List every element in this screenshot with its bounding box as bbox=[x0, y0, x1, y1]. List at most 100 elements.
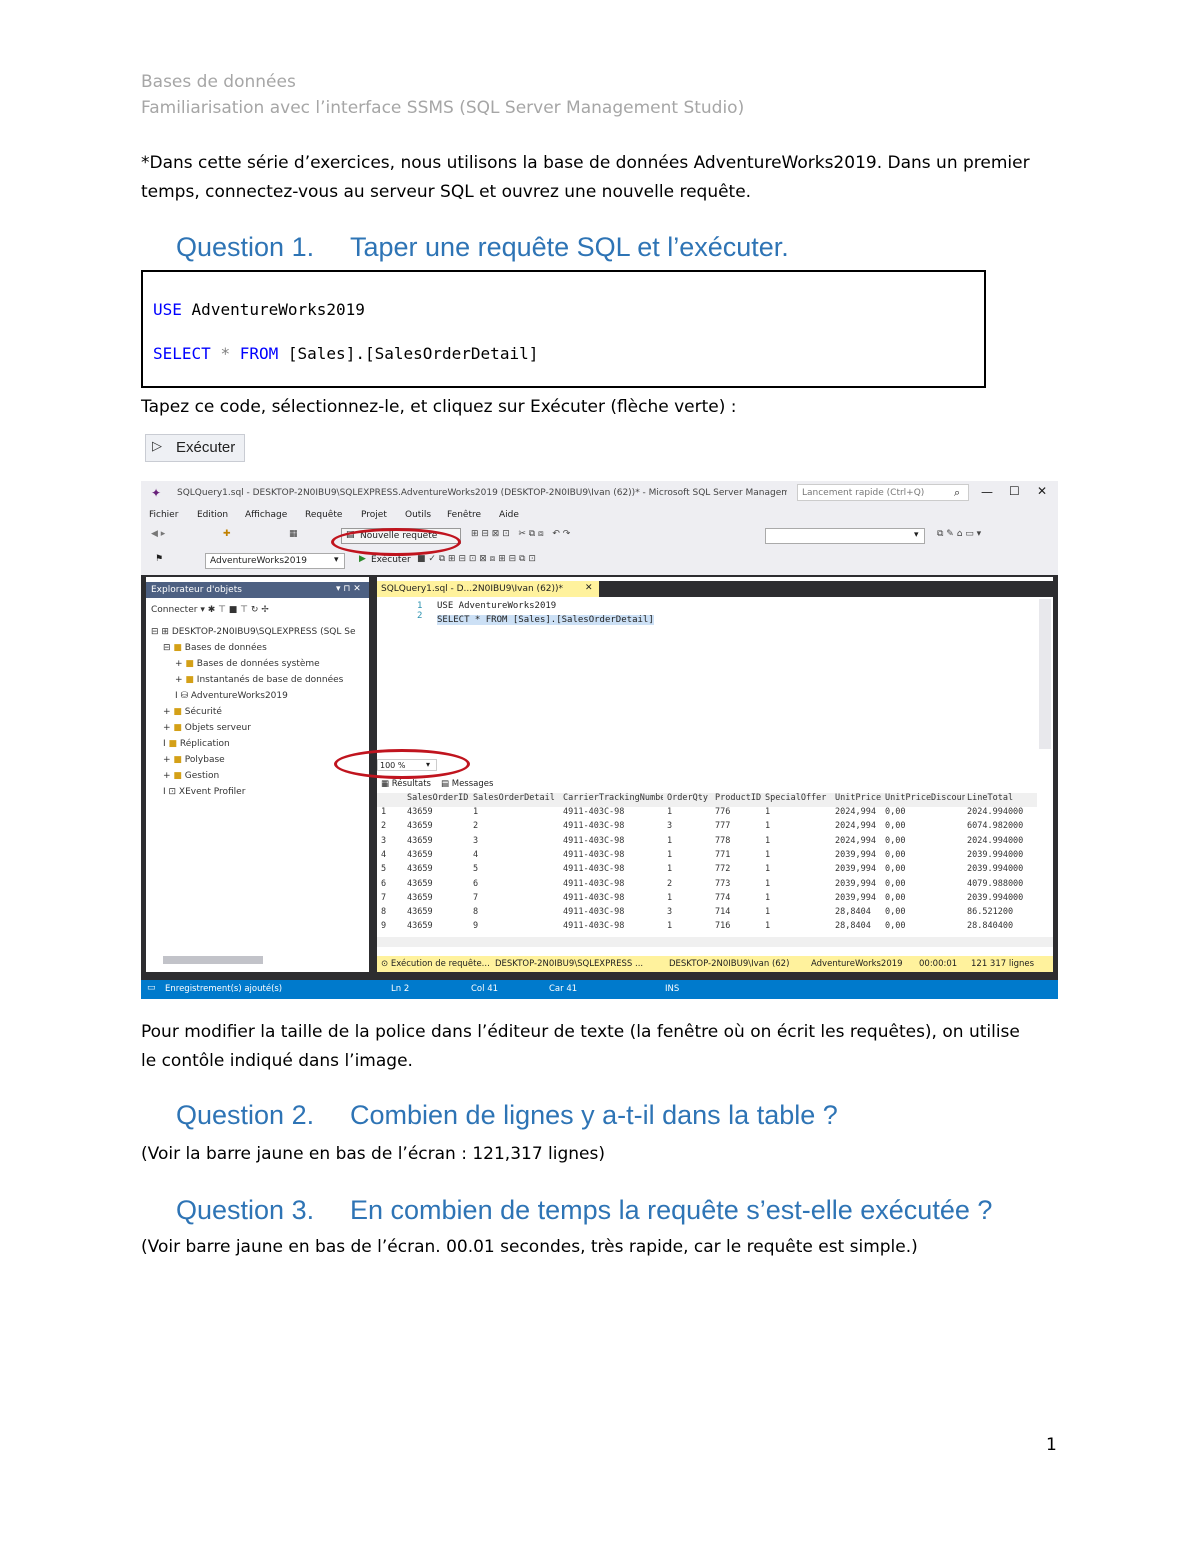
tree-item-databases[interactable]: ⊟ ■ Bases de données bbox=[163, 643, 267, 653]
table-row[interactable]: 7 43659 7 4911-403C-98 1 774 1 2039,994 0,00 2039… bbox=[377, 893, 1037, 907]
toolbar-icons-right[interactable]: ⧉ ✎ ⌂ ▭ ▾ bbox=[937, 529, 981, 539]
table-cell[interactable]: 6074.982000 bbox=[967, 821, 1023, 831]
filter-icon[interactable]: ⚑ bbox=[155, 554, 163, 564]
table-cell[interactable]: 0,00 bbox=[885, 864, 905, 874]
query-toolbar-icons[interactable]: ■ ✓ ⧉ ⊞ ⊟ ⊡ ⊠ ⧈ ⊞ ⊟ ⧉ ⊡ bbox=[417, 554, 536, 564]
table-cell[interactable]: 4911-403C-98 bbox=[563, 850, 624, 860]
row-number[interactable]: 8 bbox=[381, 907, 386, 917]
table-cell[interactable]: 4 bbox=[473, 850, 478, 860]
toolbar-execute-label[interactable]: Exécuter bbox=[371, 555, 411, 565]
object-explorer-scrollbar[interactable] bbox=[163, 956, 263, 964]
table-cell[interactable]: 4911-403C-98 bbox=[563, 836, 624, 846]
table-cell[interactable]: 2024.994000 bbox=[967, 836, 1023, 846]
table-cell[interactable]: 86.521200 bbox=[967, 907, 1013, 917]
close-icon[interactable]: ✕ bbox=[1037, 484, 1047, 498]
tree-item-server-objects[interactable]: + ■ Objets serveur bbox=[163, 723, 251, 733]
table-cell[interactable]: 714 bbox=[715, 907, 730, 917]
col-header[interactable]: UnitPriceDiscount bbox=[885, 793, 965, 803]
menu-edition[interactable]: Edition bbox=[197, 510, 228, 520]
table-cell[interactable]: 2039.994000 bbox=[967, 864, 1023, 874]
menu-outils[interactable]: Outils bbox=[405, 510, 431, 520]
table-cell[interactable]: 2039,994 bbox=[835, 850, 876, 860]
table-cell[interactable]: 1 bbox=[765, 807, 770, 817]
table-cell[interactable]: 0,00 bbox=[885, 893, 905, 903]
table-cell[interactable]: 43659 bbox=[407, 836, 433, 846]
table-cell[interactable]: 0,00 bbox=[885, 821, 905, 831]
table-cell[interactable]: 1 bbox=[667, 850, 672, 860]
row-number[interactable]: 4 bbox=[381, 850, 386, 860]
results-tab[interactable]: ▦ Résultats bbox=[381, 779, 431, 789]
table-cell[interactable]: 773 bbox=[715, 879, 730, 889]
col-header[interactable]: OrderQty bbox=[667, 793, 708, 803]
menu-projet[interactable]: Projet bbox=[361, 510, 387, 520]
table-cell[interactable]: 4079.988000 bbox=[967, 879, 1023, 889]
menu-fichier[interactable]: Fichier bbox=[149, 510, 178, 520]
table-cell[interactable]: 0,00 bbox=[885, 921, 905, 931]
table-cell[interactable]: 0,00 bbox=[885, 836, 905, 846]
table-cell[interactable]: 6 bbox=[473, 879, 478, 889]
table-cell[interactable]: 5 bbox=[473, 864, 478, 874]
table-cell[interactable]: 28,8404 bbox=[835, 907, 871, 917]
table-cell[interactable]: 1 bbox=[765, 836, 770, 846]
table-cell[interactable]: 0,00 bbox=[885, 807, 905, 817]
table-cell[interactable]: 28.840400 bbox=[967, 921, 1013, 931]
nav-back-icon[interactable]: ◀ ▸ bbox=[151, 529, 165, 539]
table-cell[interactable]: 1 bbox=[667, 807, 672, 817]
table-cell[interactable]: 43659 bbox=[407, 879, 433, 889]
table-cell[interactable]: 1 bbox=[667, 864, 672, 874]
table-row[interactable]: 3 43659 3 4911-403C-98 1 778 1 2024,994 0,00 2024… bbox=[377, 836, 1037, 850]
table-cell[interactable]: 43659 bbox=[407, 850, 433, 860]
table-cell[interactable]: 2024.994000 bbox=[967, 807, 1023, 817]
menu-requete[interactable]: Requête bbox=[305, 510, 342, 520]
find-combo[interactable]: ▾ bbox=[765, 528, 925, 544]
tree-item-system-databases[interactable]: + ■ Bases de données système bbox=[175, 659, 320, 669]
table-cell[interactable]: 3 bbox=[667, 821, 672, 831]
table-cell[interactable]: 1 bbox=[765, 850, 770, 860]
table-cell[interactable]: 1 bbox=[473, 807, 478, 817]
tree-item-adventureworks[interactable]: I ⛁ AdventureWorks2019 bbox=[175, 691, 288, 701]
col-header[interactable]: SalesOrderDetailID bbox=[473, 793, 555, 803]
table-cell[interactable]: 771 bbox=[715, 850, 730, 860]
table-cell[interactable]: 43659 bbox=[407, 821, 433, 831]
table-cell[interactable]: 2 bbox=[667, 879, 672, 889]
quick-launch-input[interactable]: Lancement rapide (Ctrl+Q) ⌕ bbox=[797, 484, 969, 501]
minimize-icon[interactable]: — bbox=[981, 485, 993, 499]
menu-aide[interactable]: Aide bbox=[499, 510, 519, 520]
col-header[interactable]: UnitPrice bbox=[835, 793, 881, 803]
table-cell[interactable]: 7 bbox=[473, 893, 478, 903]
table-cell[interactable]: 776 bbox=[715, 807, 730, 817]
table-cell[interactable]: 9 bbox=[473, 921, 478, 931]
table-cell[interactable]: 43659 bbox=[407, 893, 433, 903]
row-number[interactable]: 9 bbox=[381, 921, 386, 931]
table-cell[interactable]: 2039,994 bbox=[835, 893, 876, 903]
table-row[interactable]: 4 43659 4 4911-403C-98 1 771 1 2039,994 0,00 2039… bbox=[377, 850, 1037, 864]
save-icon[interactable]: ▦ bbox=[289, 529, 298, 539]
table-cell[interactable]: 1 bbox=[765, 821, 770, 831]
table-cell[interactable]: 1 bbox=[667, 836, 672, 846]
table-cell[interactable]: 28,8404 bbox=[835, 921, 871, 931]
table-cell[interactable]: 1 bbox=[667, 921, 672, 931]
database-select[interactable]: AdventureWorks2019 ▾ bbox=[205, 553, 345, 569]
table-cell[interactable]: 43659 bbox=[407, 907, 433, 917]
tab-close-icon[interactable]: ✕ bbox=[585, 583, 593, 593]
table-row[interactable]: 9 43659 9 4911-403C-98 1 716 1 28,8404 0,00 28.84… bbox=[377, 921, 1037, 935]
execute-play-icon[interactable]: ▶ bbox=[359, 554, 366, 564]
table-cell[interactable]: 778 bbox=[715, 836, 730, 846]
col-header[interactable]: CarrierTrackingNumber bbox=[563, 793, 663, 803]
tree-item-security[interactable]: + ■ Sécurité bbox=[163, 707, 222, 717]
table-cell[interactable]: 3 bbox=[667, 907, 672, 917]
table-cell[interactable]: 0,00 bbox=[885, 907, 905, 917]
table-cell[interactable]: 4911-403C-98 bbox=[563, 821, 624, 831]
results-hscrollbar[interactable] bbox=[377, 937, 1053, 947]
table-row[interactable]: 2 43659 2 4911-403C-98 3 777 1 2024,994 0,00 6074… bbox=[377, 821, 1037, 835]
menu-fenetre[interactable]: Fenêtre bbox=[447, 510, 481, 520]
table-cell[interactable]: 1 bbox=[765, 921, 770, 931]
table-row[interactable]: 1 43659 1 4911-403C-98 1 776 1 2024,994 0,00 2024… bbox=[377, 807, 1037, 821]
table-cell[interactable]: 43659 bbox=[407, 807, 433, 817]
row-number[interactable]: 6 bbox=[381, 879, 386, 889]
tree-item-replication[interactable]: I ■ Réplication bbox=[163, 739, 230, 749]
col-header[interactable]: ProductID bbox=[715, 793, 761, 803]
col-header[interactable]: SpecialOfferID bbox=[765, 793, 827, 803]
table-cell[interactable]: 2024,994 bbox=[835, 821, 876, 831]
table-cell[interactable]: 1 bbox=[765, 864, 770, 874]
